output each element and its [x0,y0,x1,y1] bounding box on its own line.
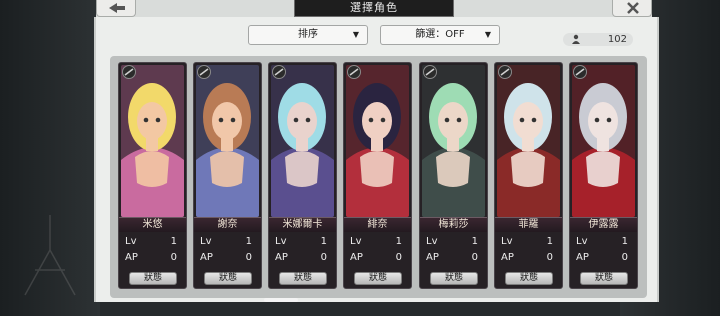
character-name: 梅莉莎 [420,217,487,232]
ap-value: 0 [621,252,628,263]
ap-label: AP [200,252,213,263]
ap-value: 0 [471,252,478,263]
character-name: 伊露露 [570,217,637,232]
character-name: 米娜爾卡 [269,217,336,232]
ap-value: 0 [546,252,553,263]
ap-row: AP 0 [125,252,183,266]
filter-label: 篩選：OFF [415,29,465,40]
character-card[interactable]: 菲羅 Lv 1 AP 0 狀態 [494,62,563,289]
character-count-value: 102 [607,34,627,45]
level-label: Lv [576,236,588,247]
status-button[interactable]: 狀態 [279,272,327,285]
character-card[interactable]: 伊露露 Lv 1 AP 0 狀態 [569,62,638,289]
character-card[interactable]: 米娜爾卡 Lv 1 AP 0 狀態 [268,62,337,289]
status-button[interactable]: 狀態 [354,272,402,285]
back-button[interactable] [96,0,136,17]
close-button[interactable] [612,0,652,17]
filter-dropdown[interactable]: 篩選：OFF ▼ [380,25,500,45]
level-label: Lv [200,236,212,247]
character-name: 謝奈 [194,217,261,232]
character-portrait [422,65,485,217]
ap-row: AP 0 [275,252,333,266]
level-value: 1 [395,236,402,247]
triangle-down-icon: ▼ [484,30,491,39]
ap-label: AP [501,252,514,263]
close-icon [627,2,639,14]
character-name: 緋奈 [344,217,411,232]
level-value: 1 [471,236,478,247]
status-button[interactable]: 狀態 [580,272,628,285]
ap-label: AP [426,252,439,263]
lock-icon[interactable] [346,65,364,79]
status-button[interactable]: 狀態 [129,272,177,285]
lock-icon[interactable] [196,65,214,79]
level-row: Lv 1 [576,236,634,250]
ap-row: AP 0 [350,252,408,266]
level-label: Lv [125,236,137,247]
scroll-indicator[interactable] [264,298,298,302]
ap-row: AP 0 [576,252,634,266]
level-value: 1 [621,236,628,247]
level-row: Lv 1 [275,236,333,250]
lock-icon[interactable] [271,65,289,79]
background-ornament-icon [24,215,76,296]
ap-label: AP [275,252,288,263]
sort-label: 排序 [298,29,318,40]
level-label: Lv [350,236,362,247]
character-portrait [497,65,560,217]
lock-icon[interactable] [572,65,590,79]
character-card[interactable]: 梅莉莎 Lv 1 AP 0 狀態 [419,62,488,289]
level-value: 1 [245,236,252,247]
ap-label: AP [125,252,138,263]
level-row: Lv 1 [350,236,408,250]
level-row: Lv 1 [200,236,258,250]
status-button[interactable]: 狀態 [505,272,553,285]
ap-label: AP [576,252,589,263]
user-icon [572,34,580,44]
page-title: 選擇角色 [294,0,454,17]
level-row: Lv 1 [426,236,484,250]
ap-row: AP 0 [426,252,484,266]
character-portrait [346,65,409,217]
character-count: 102 [563,33,633,46]
ap-value: 0 [395,252,402,263]
level-value: 1 [320,236,327,247]
ap-value: 0 [320,252,327,263]
character-card[interactable]: 米悠 Lv 1 AP 0 狀態 [118,62,187,289]
triangle-down-icon: ▼ [352,30,359,39]
ap-label: AP [350,252,363,263]
sort-dropdown[interactable]: 排序 ▼ [248,25,368,45]
ap-value: 0 [170,252,177,263]
level-row: Lv 1 [125,236,183,250]
lock-icon[interactable] [422,65,440,79]
character-card[interactable]: 緋奈 Lv 1 AP 0 狀態 [343,62,412,289]
character-portrait [196,65,259,217]
level-label: Lv [426,236,438,247]
level-row: Lv 1 [501,236,559,250]
level-label: Lv [275,236,287,247]
character-name: 米悠 [119,217,186,232]
character-card[interactable]: 謝奈 Lv 1 AP 0 狀態 [193,62,262,289]
ap-value: 0 [245,252,252,263]
character-portrait [121,65,184,217]
ap-row: AP 0 [501,252,559,266]
level-label: Lv [501,236,513,247]
status-button[interactable]: 狀態 [204,272,252,285]
lock-icon[interactable] [121,65,139,79]
character-portrait [572,65,635,217]
status-button[interactable]: 狀態 [430,272,478,285]
back-arrow-icon [109,3,125,13]
lock-icon[interactable] [497,65,515,79]
ap-row: AP 0 [200,252,258,266]
level-value: 1 [546,236,553,247]
level-value: 1 [170,236,177,247]
character-name: 菲羅 [495,217,562,232]
character-portrait [271,65,334,217]
